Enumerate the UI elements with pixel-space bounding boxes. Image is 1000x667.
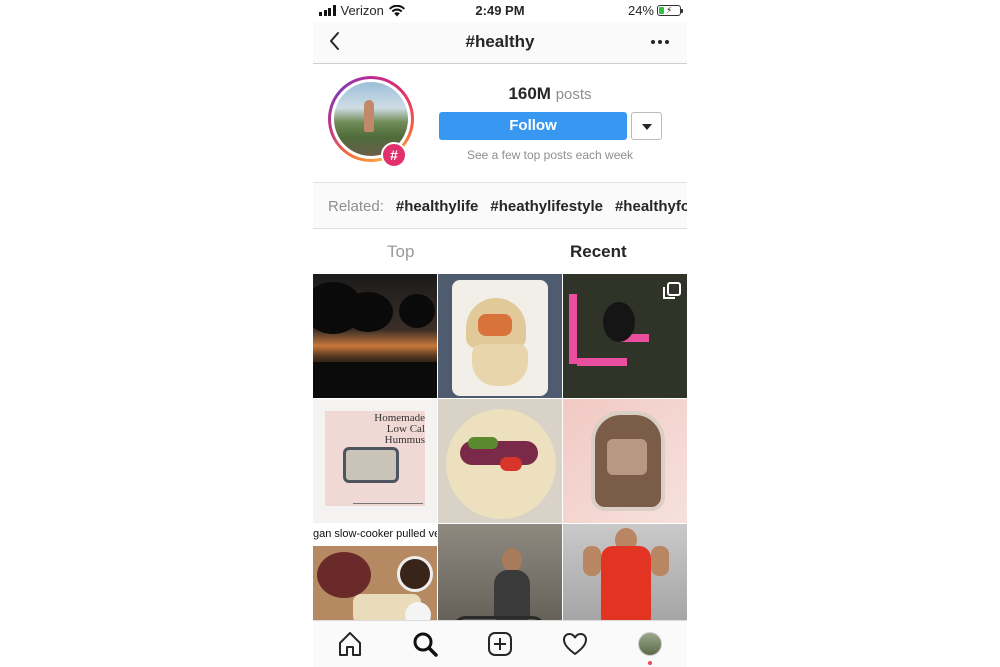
home-icon[interactable] bbox=[336, 630, 364, 658]
related-tag-healthylife[interactable]: #healthylife bbox=[396, 198, 479, 215]
charging-icon: ⚡ bbox=[666, 5, 673, 15]
follow-hint: See a few top posts each week bbox=[466, 148, 634, 162]
related-hashtags-bar: Related: #healthylife #heathylifestyle #… bbox=[313, 182, 687, 229]
follow-button[interactable]: Follow bbox=[439, 112, 627, 140]
feed-tabs: Top Recent bbox=[313, 230, 687, 273]
follow-options-button[interactable] bbox=[631, 112, 662, 140]
status-bar: Verizon 2:49 PM 24% ⚡ bbox=[313, 0, 687, 22]
post-count-label: posts bbox=[555, 86, 592, 103]
post-tile-tacos[interactable] bbox=[438, 399, 562, 523]
related-tag-healthyfood[interactable]: #healthyfoo bbox=[615, 198, 687, 215]
post-tile-gym[interactable] bbox=[563, 274, 687, 398]
notification-dot bbox=[648, 661, 652, 665]
bottom-tab-bar bbox=[313, 620, 687, 667]
search-icon[interactable] bbox=[411, 630, 439, 658]
post-grid: Homemade Low Cal Hummus gan slow-cooker … bbox=[313, 274, 687, 648]
phone-screen: Verizon 2:49 PM 24% ⚡ #healthy # 160M po… bbox=[313, 0, 687, 667]
carousel-icon bbox=[663, 282, 681, 299]
status-right: 24% ⚡ bbox=[627, 3, 683, 18]
page-title: #healthy bbox=[465, 32, 535, 51]
post-tile-hummus[interactable]: Homemade Low Cal Hummus bbox=[313, 399, 437, 523]
post-count: 160M posts bbox=[439, 84, 661, 104]
post-tile-wrap[interactable] bbox=[438, 274, 562, 398]
more-horizontal-icon[interactable] bbox=[651, 36, 671, 48]
battery-percent: 24% bbox=[627, 3, 654, 18]
navigation-bar: #healthy bbox=[313, 22, 687, 64]
profile-tab[interactable] bbox=[636, 630, 664, 665]
post-tile-sunset[interactable] bbox=[313, 274, 437, 398]
related-label: Related: bbox=[328, 198, 384, 215]
battery-fill bbox=[659, 7, 664, 14]
tile-pulled-veg-caption: gan slow-cooker pulled veg bbox=[313, 528, 437, 540]
caret-down-icon bbox=[642, 124, 652, 130]
tile-hummus-text: Homemade Low Cal Hummus bbox=[374, 412, 425, 446]
heart-icon[interactable] bbox=[561, 630, 589, 658]
related-tag-heathylifestyle[interactable]: #heathylifestyle bbox=[490, 198, 603, 215]
tab-top[interactable]: Top bbox=[387, 242, 414, 262]
hashtag-header: # 160M posts Follow See a few top posts … bbox=[313, 65, 687, 181]
post-tile-smoothie[interactable] bbox=[563, 399, 687, 523]
hashtag-badge-icon: # bbox=[381, 142, 407, 168]
battery-icon: ⚡ bbox=[657, 5, 683, 16]
add-post-icon[interactable] bbox=[486, 630, 514, 658]
post-count-value: 160M bbox=[508, 84, 551, 103]
profile-avatar bbox=[638, 632, 662, 656]
tab-recent[interactable]: Recent bbox=[570, 242, 627, 262]
